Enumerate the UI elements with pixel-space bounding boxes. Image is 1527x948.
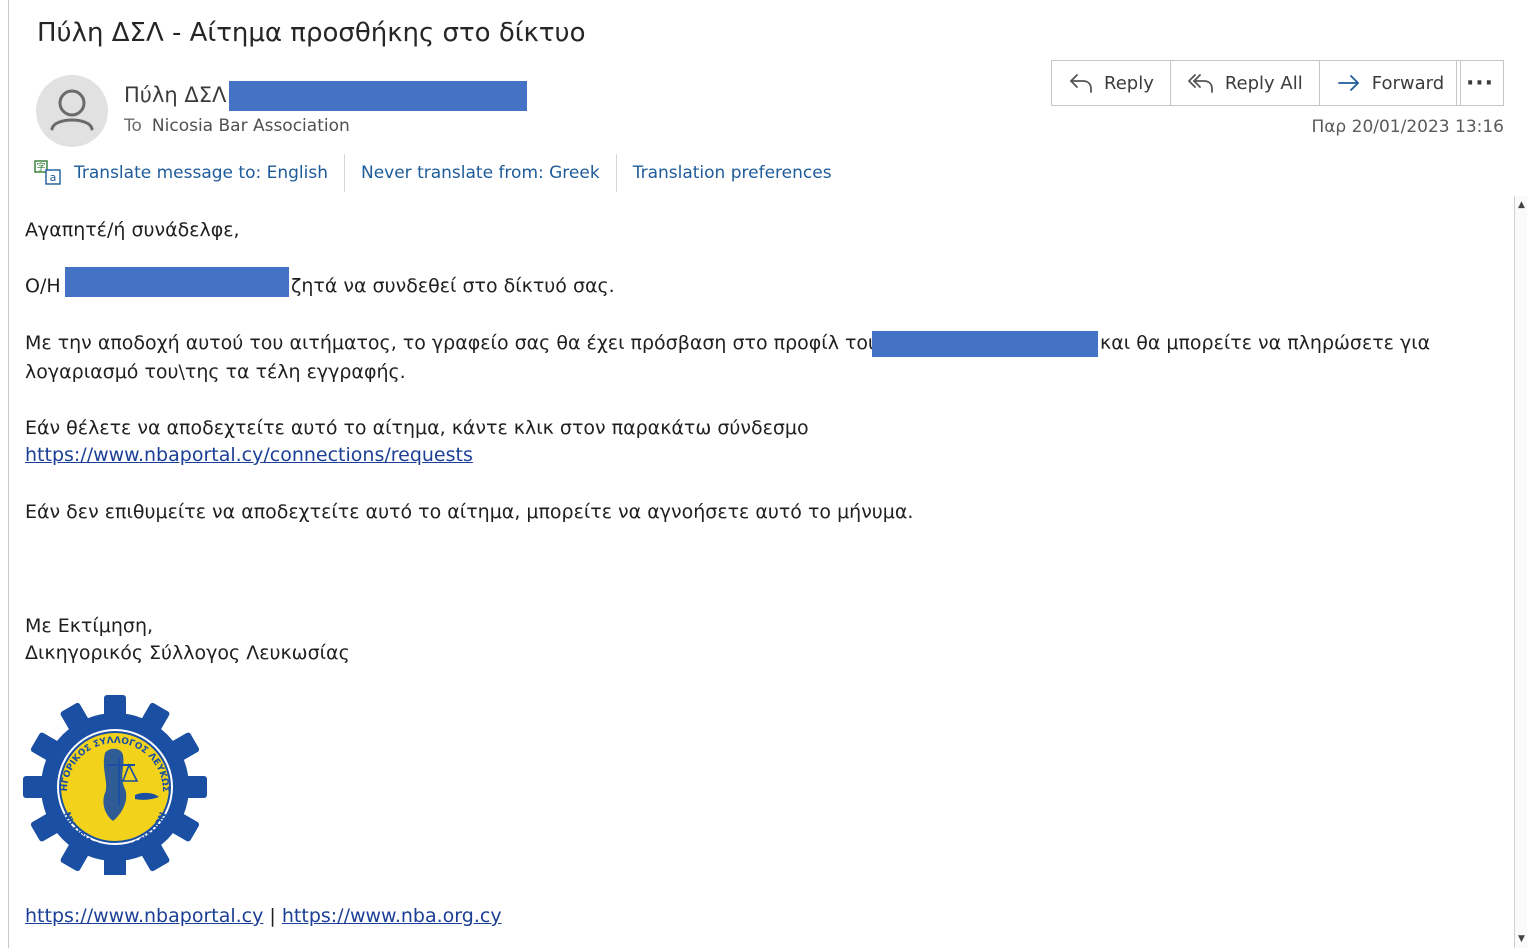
redacted-sender-email [229, 81, 527, 111]
person-icon [50, 89, 94, 131]
scroll-up-arrow-icon[interactable]: ▲ [1516, 198, 1527, 212]
vertical-scrollbar[interactable]: ▲ ▼ [1514, 196, 1527, 948]
forward-arrow-icon [1336, 71, 1362, 95]
reply-icon [1068, 71, 1094, 95]
divider [615, 154, 617, 192]
ignore-instructions: Εάν δεν επιθυμείτε να αποδεχτείτε αυτό τ… [25, 501, 914, 523]
recipient-name[interactable]: Nicosia Bar Association [152, 116, 350, 136]
nbaportal-link[interactable]: https://www.nbaportal.cy [25, 905, 263, 927]
translation-bar: 字 a Translate message to: English Never … [34, 154, 832, 192]
translate-message-link[interactable]: Translate message to: English [74, 163, 328, 183]
sender-name[interactable]: Πύλη ΔΣΛ [124, 83, 226, 107]
svg-text:字: 字 [36, 161, 45, 173]
accept-instructions: Εάν θέλετε να αποδεχτείτε αυτό το αίτημα… [25, 417, 809, 439]
access-line-continued: λογαριασμό του\της τα τέλη εγγραφής. [25, 361, 406, 383]
forward-button[interactable]: Forward [1319, 60, 1462, 106]
request-line: Ο/Η [25, 275, 61, 297]
sender-avatar[interactable] [36, 75, 108, 147]
more-actions-button[interactable]: ··· [1456, 60, 1504, 106]
never-translate-link[interactable]: Never translate from: Greek [361, 163, 600, 183]
forward-label: Forward [1371, 72, 1445, 94]
reply-button[interactable]: Reply [1051, 60, 1171, 106]
recipient-line: To Nicosia Bar Association [124, 116, 350, 136]
request-suffix: ζητά να συνδεθεί στο δίκτυό σας. [291, 275, 615, 297]
translation-preferences-link[interactable]: Translation preferences [633, 163, 832, 183]
redacted-requester-name [65, 267, 289, 297]
accept-request-link[interactable]: https://www.nbaportal.cy/connections/req… [25, 444, 473, 466]
divider [343, 154, 345, 192]
translate-icon: 字 a [34, 160, 62, 186]
access-line-suffix: και θα μπορείτε να πληρώσετε για [1100, 332, 1431, 354]
reply-all-label: Reply All [1224, 72, 1303, 94]
closing-regards: Με Εκτίμηση, [25, 615, 154, 637]
message-actions: Reply Reply All Forward [1051, 60, 1462, 106]
signature-org: Δικηγορικός Σύλλογος Λευκωσίας [25, 642, 350, 664]
redacted-profile-name [872, 331, 1098, 357]
email-subject: Πύλη ΔΣΛ - Αίτημα προσθήκης στο δίκτυο [37, 18, 586, 48]
more-icon: ··· [1465, 70, 1495, 96]
greeting: Αγαπητέ/ή συνάδελφε, [25, 219, 240, 241]
reply-all-button[interactable]: Reply All [1170, 60, 1320, 106]
nicosia-bar-association-logo: ΔΙΚΗΓΟΡΙΚΟΣ ΣΥΛΛΟΓΟΣ ΛΕΥΚΩΣΙΑΣ NICOSIA B… [19, 688, 208, 879]
request-prefix: Ο/Η [25, 275, 61, 297]
pane-border [8, 0, 9, 948]
svg-text:a: a [50, 171, 57, 184]
access-line-prefix: Με την αποδοχή αυτού του αιτήματος, το γ… [25, 332, 921, 354]
footer-links: https://www.nbaportal.cy | https://www.n… [25, 905, 502, 927]
reply-label: Reply [1104, 72, 1154, 94]
reply-all-icon [1187, 71, 1215, 95]
email-reading-pane: Πύλη ΔΣΛ - Αίτημα προσθήκης στο δίκτυο Π… [0, 0, 1527, 948]
received-date: Παρ 20/01/2023 13:16 [1311, 117, 1504, 137]
scroll-down-arrow-icon[interactable]: ▼ [1516, 932, 1527, 946]
footer-separator: | [269, 905, 276, 927]
nba-org-link[interactable]: https://www.nba.org.cy [282, 905, 502, 927]
to-label: To [124, 116, 142, 136]
